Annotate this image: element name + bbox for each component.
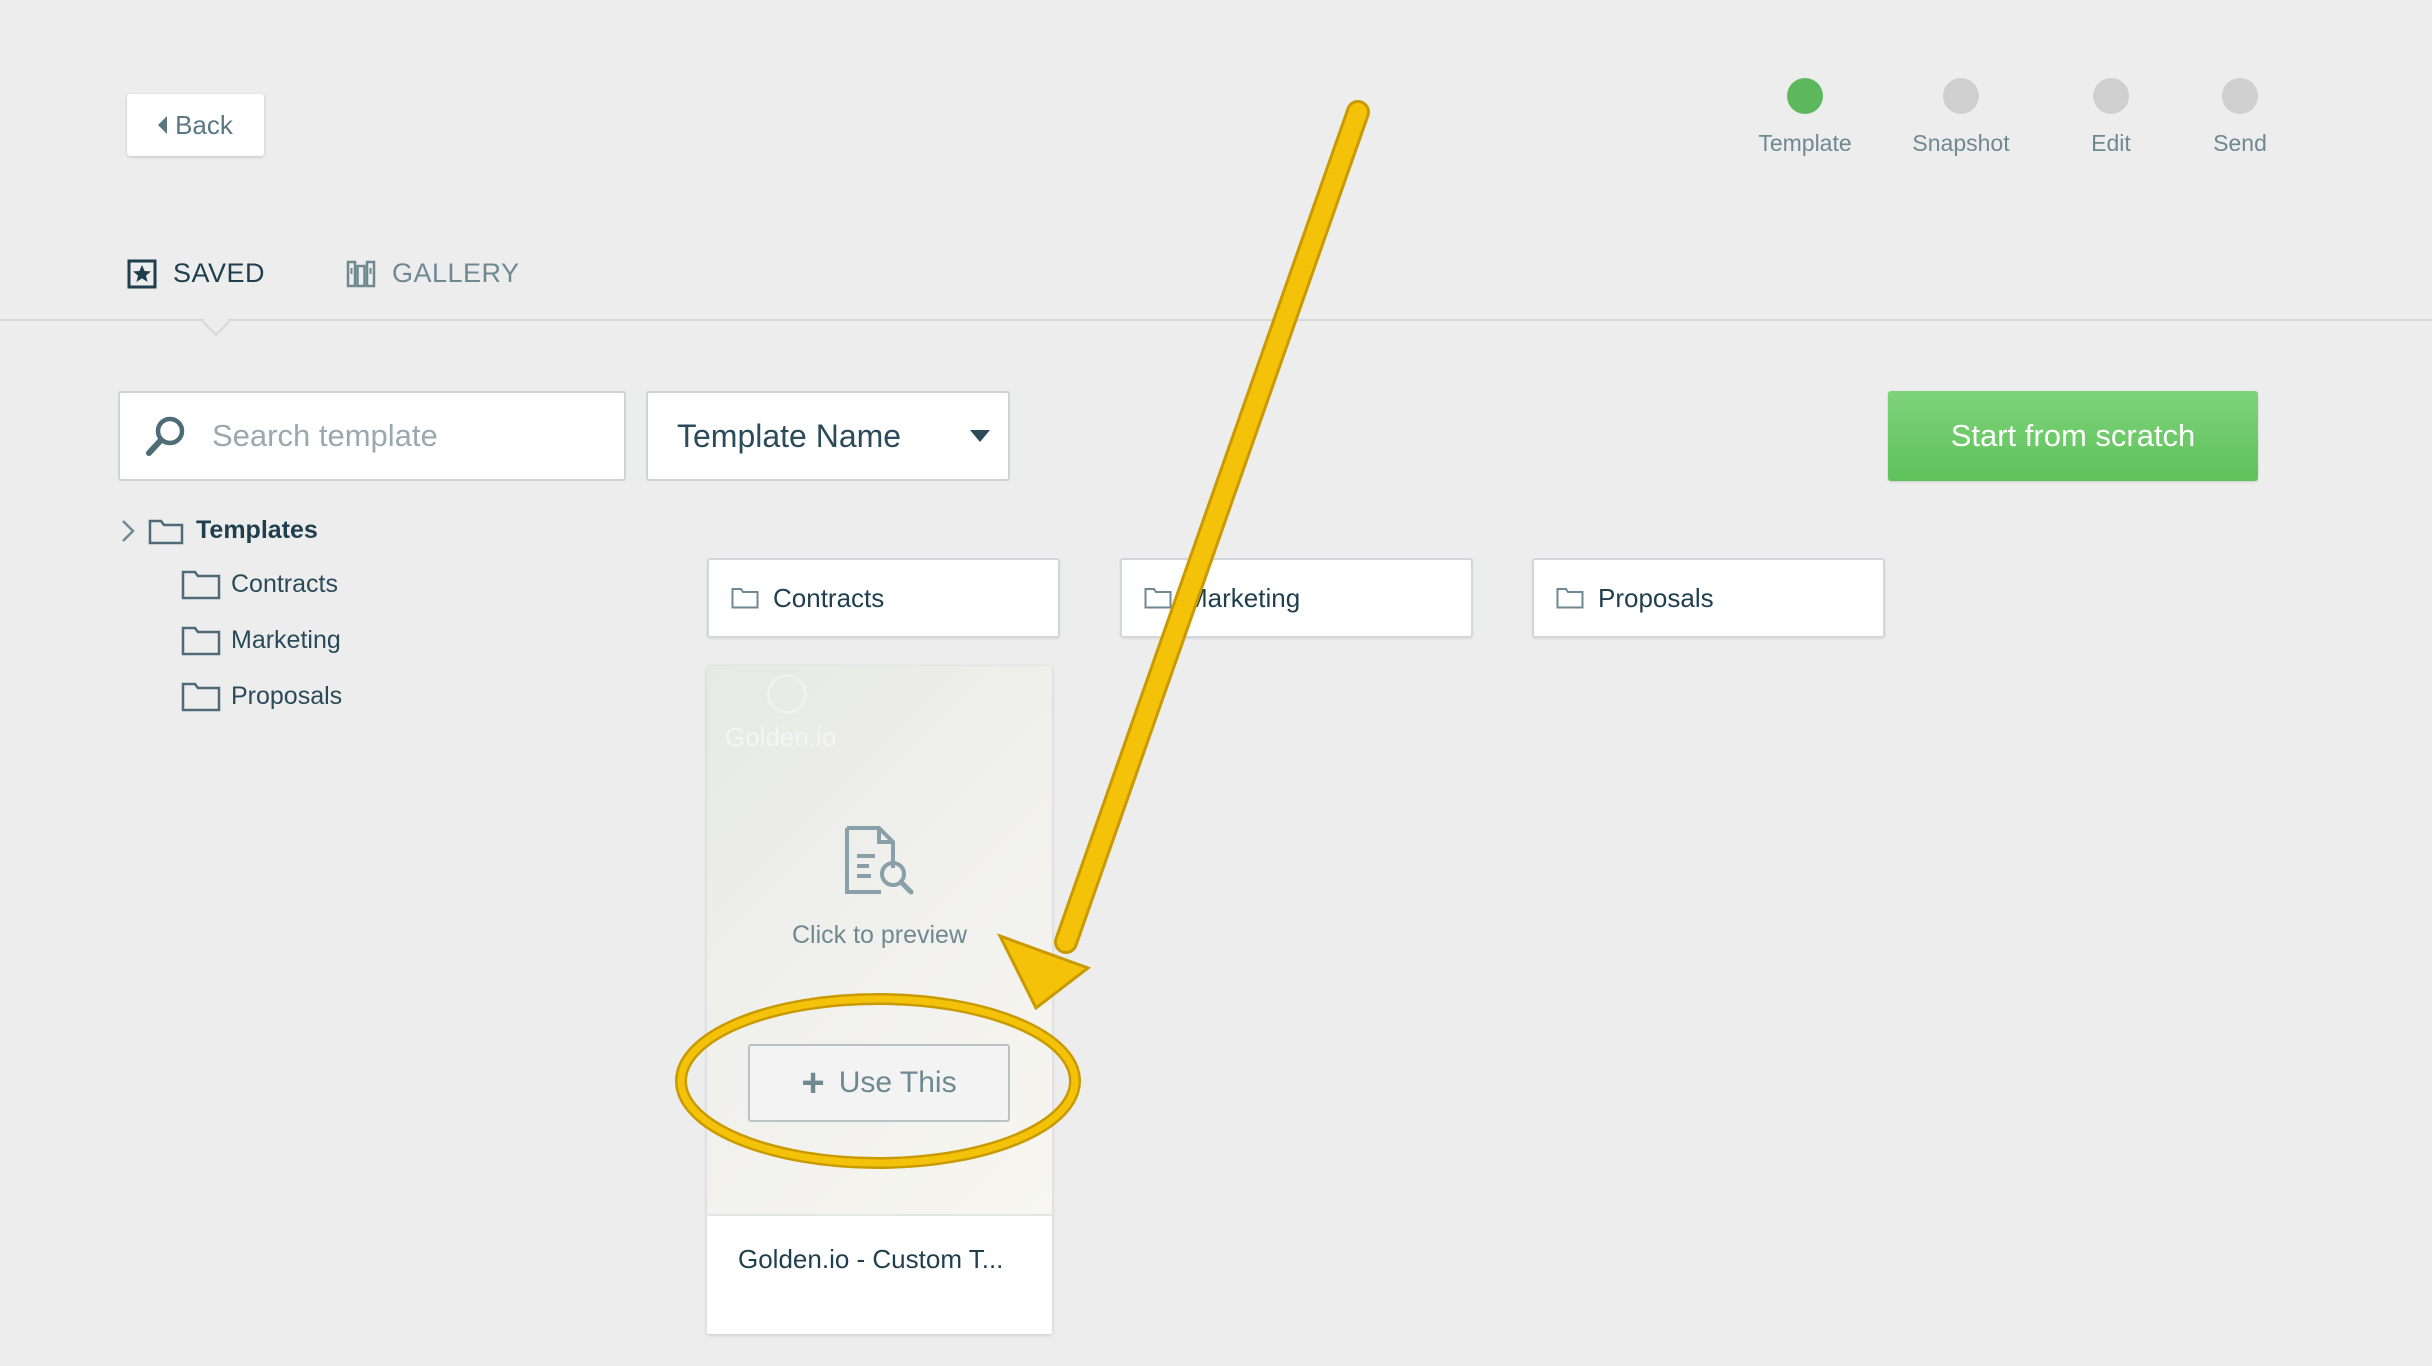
star-box-icon	[127, 259, 157, 288]
tree-item-label: Proposals	[231, 681, 343, 710]
tree-item-proposals[interactable]: Proposals	[181, 680, 342, 712]
step-label: Send	[2213, 130, 2267, 156]
step-label: Snapshot	[1912, 130, 2010, 156]
sort-dropdown[interactable]: Template Name	[646, 391, 1010, 481]
folder-icon	[1144, 588, 1172, 609]
caret-down-icon	[970, 430, 990, 442]
folder-icon	[731, 588, 759, 609]
annotation-overlay	[675, 100, 1370, 1169]
click-to-preview-label: Click to preview	[791, 921, 968, 949]
back-label: Back	[175, 109, 233, 140]
template-preview[interactable]: Golden.io Click to preview + Use This	[707, 666, 1052, 1214]
brand-logo-icon	[767, 674, 807, 714]
template-name: Golden.io - Custom T...	[738, 1244, 1004, 1274]
tree-item-contracts[interactable]: Contracts	[181, 568, 338, 600]
tree-root-label: Templates	[196, 516, 318, 544]
folder-icon	[148, 519, 184, 544]
plus-icon: +	[801, 1061, 825, 1105]
tab-saved-label: SAVED	[173, 258, 266, 288]
use-this-button[interactable]: + Use This	[748, 1044, 1010, 1122]
tab-gallery[interactable]: GALLERY	[346, 258, 520, 289]
folder-icon	[181, 570, 221, 600]
folder-card-label: Proposals	[1598, 582, 1714, 613]
folder-card-label: Contracts	[773, 582, 885, 613]
page: Back Template Snapshot Edit Send SAVED G…	[0, 0, 2432, 1366]
step-dot	[2093, 78, 2129, 114]
template-brand-watermark: Golden.io	[725, 722, 837, 752]
folder-card-contracts[interactable]: Contracts	[707, 558, 1060, 638]
tab-saved[interactable]: SAVED	[127, 258, 265, 289]
step-dot	[2222, 78, 2258, 114]
step-dot	[1943, 78, 1979, 114]
step-snapshot[interactable]: Snapshot	[1881, 78, 2041, 157]
template-card[interactable]: Golden.io Click to preview + Use This Go…	[707, 666, 1052, 1334]
chevron-right-icon	[122, 519, 135, 542]
folder-card-marketing[interactable]: Marketing	[1120, 558, 1473, 638]
tree-item-label: Contracts	[231, 569, 338, 598]
tab-gallery-label: GALLERY	[392, 258, 520, 288]
tab-divider	[0, 319, 2432, 321]
folder-card-label: Marketing	[1186, 582, 1301, 613]
search-input[interactable]	[212, 418, 592, 454]
back-button[interactable]: Back	[127, 94, 264, 156]
gallery-icon	[346, 260, 376, 287]
folder-icon	[181, 626, 221, 656]
start-from-scratch-button[interactable]: Start from scratch	[1888, 391, 2258, 481]
tree-item-label: Marketing	[231, 625, 341, 654]
step-template[interactable]: Template	[1725, 78, 1885, 157]
card-divider	[707, 1214, 1052, 1216]
folder-icon	[181, 682, 221, 712]
sort-value: Template Name	[677, 417, 902, 454]
folder-card-proposals[interactable]: Proposals	[1532, 558, 1885, 638]
caret-left-icon	[158, 116, 168, 134]
step-send[interactable]: Send	[2160, 78, 2320, 157]
active-tab-notch	[201, 307, 231, 337]
search-box[interactable]	[118, 391, 626, 481]
folder-icon	[1556, 588, 1584, 609]
tree-root-templates[interactable]: Templates	[120, 516, 318, 545]
document-search-icon	[845, 826, 914, 895]
step-dot-active	[1787, 78, 1823, 114]
search-icon	[146, 416, 185, 456]
step-label: Template	[1758, 130, 1852, 156]
tree-item-marketing[interactable]: Marketing	[181, 624, 341, 656]
use-this-label: Use This	[838, 1066, 957, 1099]
